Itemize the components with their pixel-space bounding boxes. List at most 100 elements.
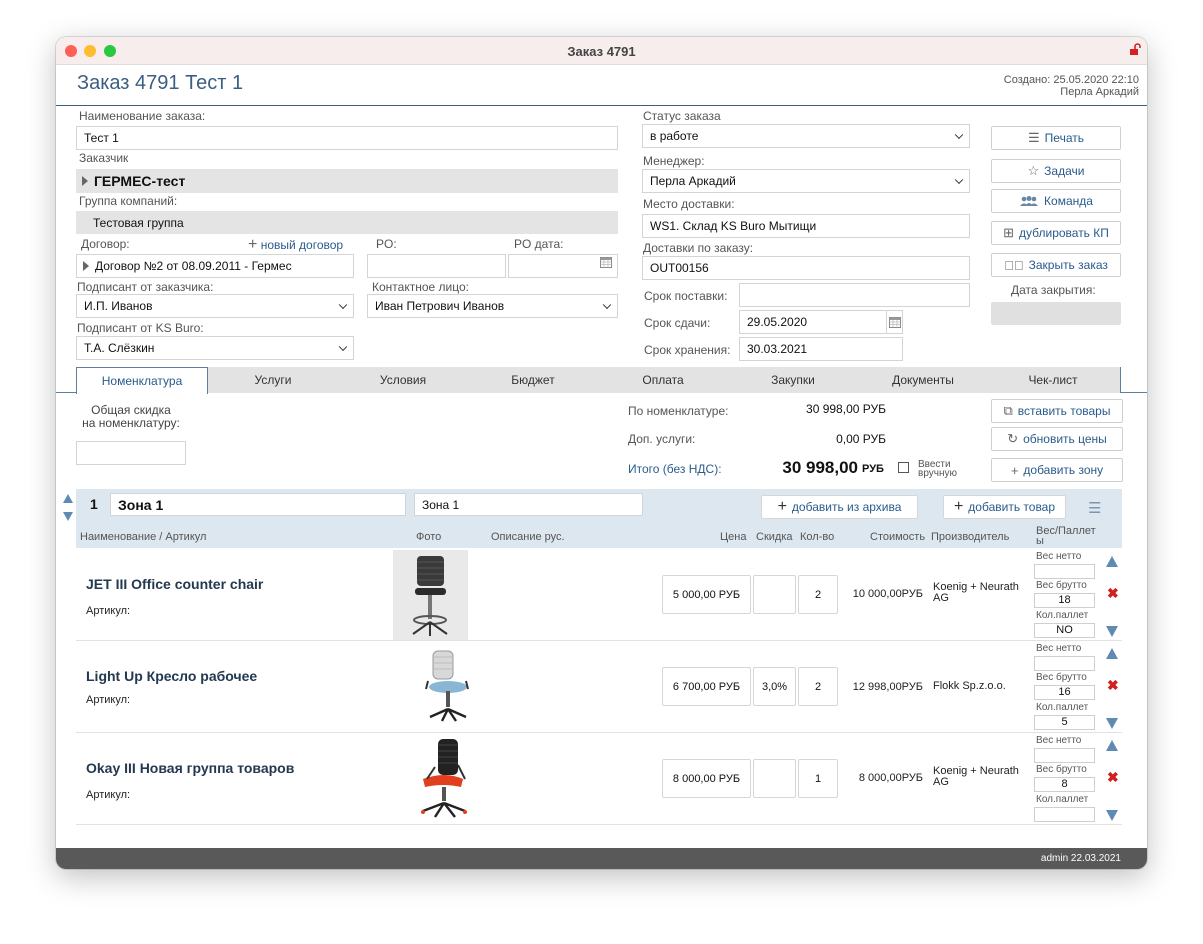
col-cost: Стоимость <box>870 531 926 543</box>
delivery-place-input[interactable]: WS1. Склад KS Buro Мытищи <box>642 214 970 238</box>
zone-name-alt-input[interactable]: Зона 1 <box>414 493 643 516</box>
team-button[interactable]: Команда <box>991 189 1121 213</box>
tab-payment[interactable]: Оплата <box>598 367 728 393</box>
qty-cell[interactable]: 1 <box>798 759 838 798</box>
col-photo: Фото <box>416 531 442 543</box>
qty-cell[interactable]: 2 <box>798 575 838 614</box>
price-cell[interactable]: 6 700,00 РУБ <box>662 667 751 706</box>
manual-label: Ввести вручную <box>918 460 957 479</box>
product-article: Артикул: <box>86 694 131 706</box>
signer-ks-select[interactable]: Т.А. Слёзкин <box>76 336 354 360</box>
zone-name-input[interactable]: Зона 1 <box>110 493 406 516</box>
calendar-icon[interactable] <box>600 257 612 268</box>
deliveries-input[interactable]: OUT00156 <box>642 256 970 280</box>
pallets-input[interactable]: 5 <box>1034 715 1095 730</box>
tab-documents[interactable]: Документы <box>858 367 988 393</box>
total-value: 30 998,00 <box>782 458 858 477</box>
order-name-input[interactable]: Тест 1 <box>76 126 618 150</box>
move-up-icon[interactable] <box>1106 648 1118 659</box>
tab-conditions[interactable]: Условия <box>338 367 468 393</box>
add-from-archive-label: добавить из архива <box>791 500 902 514</box>
add-from-archive-button[interactable]: + добавить из архива <box>761 495 918 519</box>
cost-value: 12 998,00РУБ <box>852 681 923 693</box>
tab-purchases[interactable]: Закупки <box>728 367 858 393</box>
net-weight-input[interactable] <box>1034 656 1095 671</box>
gross-weight-label: Вес брутто <box>1036 672 1087 683</box>
handover-input[interactable]: 29.05.2020 <box>739 310 902 334</box>
net-weight-input[interactable] <box>1034 748 1095 763</box>
discount-cell[interactable] <box>753 759 796 798</box>
pallets-input[interactable]: NO <box>1034 623 1095 638</box>
po-input[interactable] <box>367 254 506 278</box>
add-zone-button[interactable]: + добавить зону <box>991 458 1123 482</box>
move-down-icon[interactable] <box>1106 626 1118 637</box>
contract-value: Договор №2 от 08.09.2011 - Гермес <box>95 259 292 273</box>
gross-weight-input[interactable]: 8 <box>1034 777 1095 792</box>
delete-icon[interactable]: ✖ <box>1107 769 1119 786</box>
contact-select[interactable]: Иван Петрович Иванов <box>367 294 618 318</box>
maker-line-2: AG <box>933 592 949 604</box>
expand-triangle-icon[interactable] <box>83 261 89 271</box>
gross-weight-label: Вес брутто <box>1036 580 1087 591</box>
delete-icon[interactable]: ✖ <box>1107 585 1119 602</box>
order-name-label: Наименование заказа: <box>79 109 206 123</box>
status-select[interactable]: в работе <box>642 124 970 148</box>
close-order-button[interactable]: ✓⃝ Закрыть заказ <box>991 253 1121 277</box>
duplicate-button[interactable]: ⊞ дублировать КП <box>991 221 1121 245</box>
discount-cell[interactable] <box>753 575 796 614</box>
app-window: Заказ 4791 Заказ 4791 Тест 1 Создано: 25… <box>56 37 1147 869</box>
zone-menu-icon[interactable]: ☰ <box>1088 499 1101 517</box>
pallets-input[interactable] <box>1034 807 1095 822</box>
signer-customer-select[interactable]: И.П. Иванов <box>76 294 354 318</box>
duplicate-label: дублировать КП <box>1019 226 1109 240</box>
star-icon: ☆ <box>1027 163 1040 178</box>
print-button[interactable]: ☰ Печать <box>991 126 1121 150</box>
delete-icon[interactable]: ✖ <box>1107 677 1119 694</box>
tasks-button[interactable]: ☆ Задачи <box>991 159 1121 183</box>
tab-checklist[interactable]: Чек-лист <box>988 367 1118 393</box>
update-prices-button[interactable]: ↻ обновить цены <box>991 427 1123 451</box>
discount-cell[interactable]: 3,0% <box>753 667 796 706</box>
price-cell[interactable]: 5 000,00 РУБ <box>662 575 751 614</box>
team-label: Команда <box>1044 194 1093 208</box>
insert-goods-button[interactable]: ⧉ вставить товары <box>991 399 1123 423</box>
delivery-term-input[interactable] <box>739 283 970 307</box>
table-row[interactable]: JET III Office counter chair Артикул: 5 … <box>76 549 1122 641</box>
net-weight-input[interactable] <box>1034 564 1095 579</box>
new-contract-link[interactable]: + новый договор <box>248 236 343 254</box>
move-up-icon[interactable] <box>1106 556 1118 567</box>
table-row[interactable]: Okay III Новая группа товаров Артикул: 8… <box>76 733 1122 825</box>
move-up-icon[interactable] <box>1106 740 1118 751</box>
list-icon: ☰ <box>1028 130 1040 145</box>
header-divider <box>56 105 1147 106</box>
price-cell[interactable]: 8 000,00 РУБ <box>662 759 751 798</box>
add-product-button[interactable]: + добавить товар <box>943 495 1066 519</box>
storage-input[interactable]: 30.03.2021 <box>739 337 903 361</box>
unlock-icon[interactable] <box>1129 43 1142 56</box>
expand-triangle-icon[interactable] <box>82 176 88 186</box>
qty-cell[interactable]: 2 <box>798 667 838 706</box>
gross-weight-input[interactable]: 16 <box>1034 685 1095 700</box>
tasks-label: Задачи <box>1044 164 1085 178</box>
net-weight-label: Вес нетто <box>1036 643 1082 654</box>
tab-nomenclature[interactable]: Номенклатура <box>76 367 208 394</box>
customer-value: ГЕРМЕС-тест <box>94 173 186 189</box>
customer-field[interactable]: ГЕРМЕС-тест <box>76 169 618 193</box>
discount-input[interactable] <box>76 441 186 465</box>
gross-weight-input[interactable]: 18 <box>1034 593 1095 608</box>
manager-label: Менеджер: <box>643 154 705 168</box>
manual-checkbox[interactable] <box>898 462 909 473</box>
chevron-down-icon <box>954 130 964 140</box>
manager-select[interactable]: Перла Аркадий <box>642 169 970 193</box>
move-down-icon[interactable] <box>1106 810 1118 821</box>
table-row[interactable]: Light Up Кресло рабочее Артикул: 6 700,0… <box>76 641 1122 733</box>
tab-budget[interactable]: Бюджет <box>468 367 598 393</box>
move-down-icon[interactable] <box>1106 718 1118 729</box>
tab-services[interactable]: Услуги <box>208 367 338 393</box>
zone-move-up-icon[interactable] <box>63 494 73 503</box>
contract-select[interactable]: Договор №2 от 08.09.2011 - Гермес <box>76 254 354 278</box>
zone-move-down-icon[interactable] <box>63 512 73 521</box>
handover-calendar-button[interactable] <box>886 310 903 334</box>
status-label: Статус заказа <box>643 109 721 123</box>
close-date-field <box>991 302 1121 325</box>
